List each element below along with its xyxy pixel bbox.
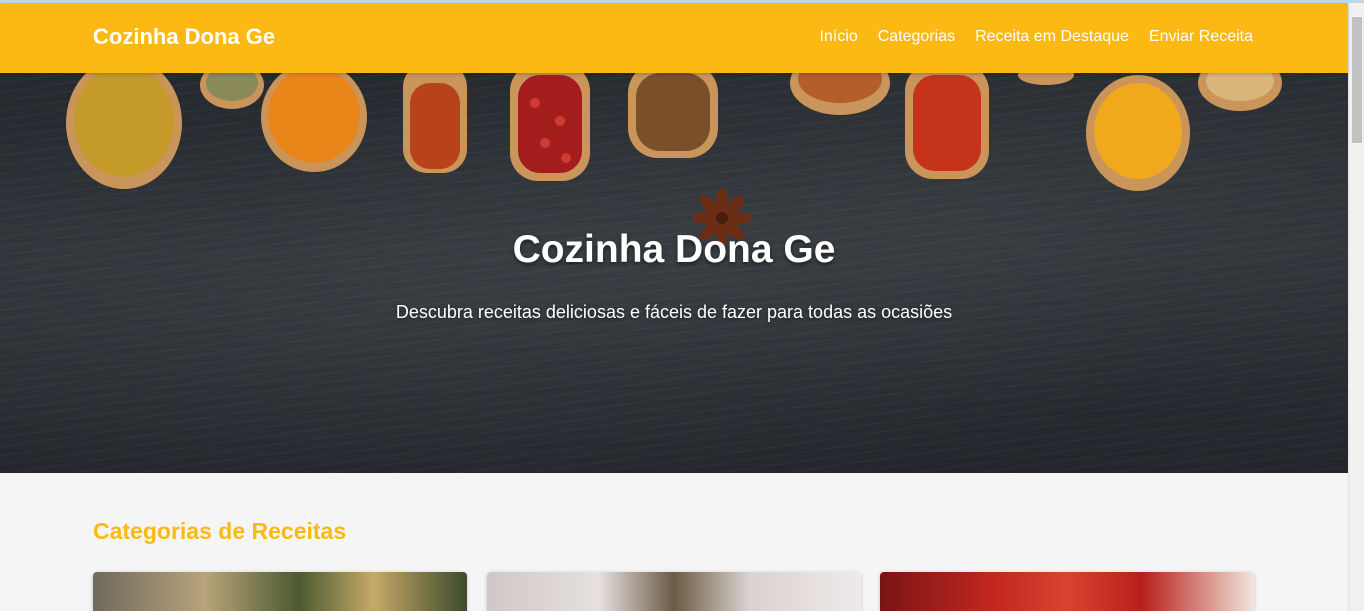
spoon-chickpeas (1198, 73, 1282, 111)
categories-section-title: Categorias de Receitas (93, 518, 347, 544)
spoon-small-top (1018, 73, 1074, 85)
spoon-paprika (261, 73, 367, 172)
vertical-scrollbar[interactable] (1348, 3, 1364, 611)
scrollbar-thumb[interactable] (1352, 17, 1362, 143)
nav-link-categorias[interactable]: Categorias (878, 28, 955, 46)
spoon-red-chili-flakes (905, 73, 989, 179)
nav-link-enviar-receita[interactable]: Enviar Receita (1149, 28, 1253, 46)
site-logo-text[interactable]: Cozinha Dona Ge (93, 24, 275, 50)
spoon-curry (66, 73, 182, 189)
spoon-peppercorns (510, 73, 590, 181)
spoon-cumin (628, 73, 718, 158)
category-card-image (880, 572, 1254, 611)
category-card-2[interactable] (487, 572, 861, 611)
hero-subtitle: Descubra receitas deliciosas e fáceis de… (395, 302, 953, 322)
category-card-image (487, 572, 861, 611)
spoon-chili-powder (403, 73, 467, 173)
main-nav: Início Categorias Receita em Destaque En… (819, 28, 1253, 46)
category-card-3[interactable] (880, 572, 1254, 611)
nav-link-receita-destaque[interactable]: Receita em Destaque (975, 28, 1129, 46)
spoon-herbs (200, 73, 264, 109)
spice-spoons-image (66, 73, 1282, 248)
site-header: Cozinha Dona Ge Início Categorias Receit… (0, 3, 1348, 73)
hero-title: Cozinha Dona Ge (512, 228, 836, 271)
spoon-turmeric (1086, 75, 1190, 191)
hero-banner: Cozinha Dona Ge Descubra receitas delici… (0, 73, 1348, 473)
spoon-cinnamon (790, 73, 890, 115)
category-card-image (93, 572, 467, 611)
nav-link-inicio[interactable]: Início (819, 28, 857, 46)
category-card-1[interactable] (93, 572, 467, 611)
